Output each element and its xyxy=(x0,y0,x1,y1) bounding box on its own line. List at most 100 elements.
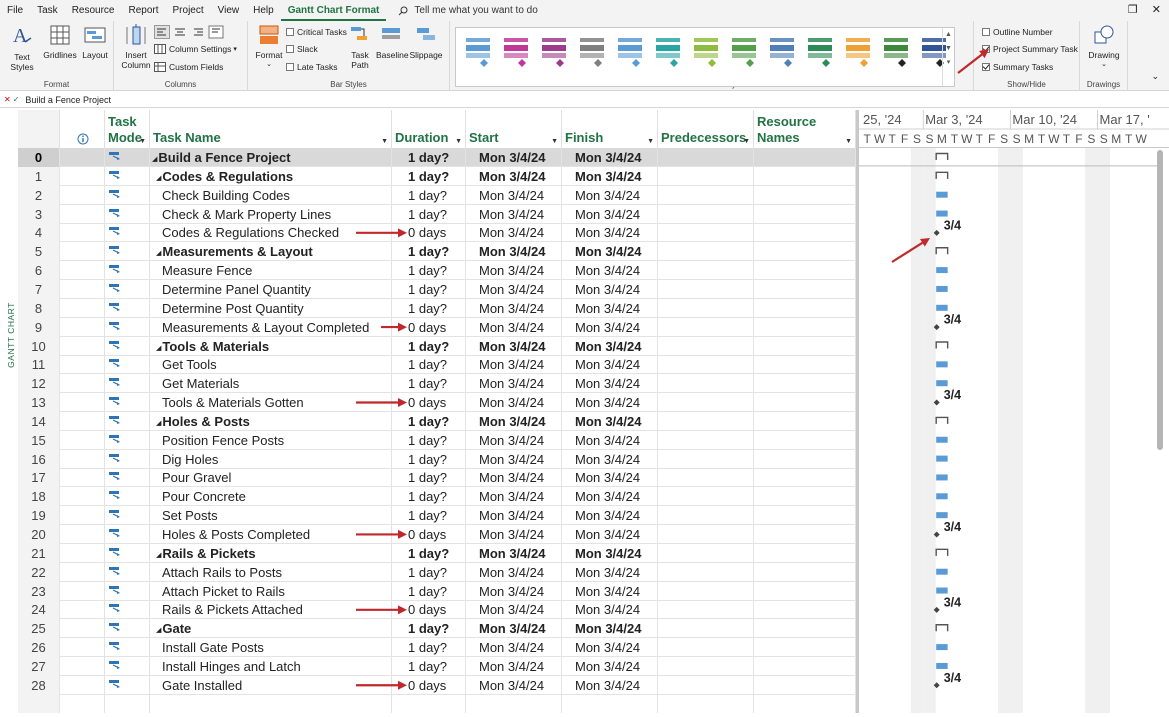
summary-tasks-checkbox[interactable]: Summary Tasks xyxy=(982,62,1053,72)
menu-report[interactable]: Report xyxy=(122,0,166,21)
task-bar[interactable] xyxy=(936,191,948,198)
duration-cell[interactable]: 0 days xyxy=(392,600,466,620)
task-name-cell[interactable]: Attach Picket to Rails xyxy=(150,581,392,601)
row-id[interactable]: 13 xyxy=(18,393,60,413)
layout-button[interactable]: Layout xyxy=(80,24,110,60)
resource-names-cell[interactable] xyxy=(754,317,856,337)
predecessors-cell[interactable] xyxy=(658,675,754,695)
late-tasks-checkbox[interactable]: Late Tasks xyxy=(286,62,337,72)
task-name-cell[interactable]: Get Materials xyxy=(150,374,392,394)
accept-entry-icon[interactable]: ✓ xyxy=(13,95,20,104)
task-row[interactable]: 10 ◢Tools & Materials 1 day? Mon 3/4/24 Mon … xyxy=(18,336,856,356)
duration-cell[interactable]: 1 day? xyxy=(392,619,466,639)
task-name-cell[interactable]: Determine Post Quantity xyxy=(150,298,392,318)
summary-bar[interactable] xyxy=(935,247,949,255)
row-id[interactable]: 1 xyxy=(18,166,60,186)
row-id[interactable]: 27 xyxy=(18,656,60,676)
task-row[interactable]: 27 Install Hinges and Latch 1 day? Mon 3/4/… xyxy=(18,656,856,676)
gridlines-button[interactable]: Gridlines xyxy=(42,24,78,60)
row-id[interactable]: 22 xyxy=(18,562,60,582)
predecessors-cell[interactable] xyxy=(658,506,754,526)
task-bar[interactable] xyxy=(936,361,948,368)
predecessors-cell[interactable] xyxy=(658,393,754,413)
predecessors-cell[interactable] xyxy=(658,430,754,450)
predecessors-cell[interactable] xyxy=(658,374,754,394)
finish-cell[interactable]: Mon 3/4/24 xyxy=(562,242,658,262)
resource-names-cell[interactable] xyxy=(754,562,856,582)
task-name-cell[interactable]: Measurements & Layout Completed xyxy=(150,317,392,337)
duration-cell[interactable]: 1 day? xyxy=(392,581,466,601)
duration-cell[interactable]: 1 day? xyxy=(392,411,466,431)
task-row[interactable]: 28 Gate Installed 0 days Mon 3/4/24 Mon 3/4/… xyxy=(18,675,856,695)
task-mode-cell[interactable] xyxy=(105,600,150,620)
task-mode-cell[interactable] xyxy=(105,581,150,601)
finish-cell[interactable]: Mon 3/4/24 xyxy=(562,543,658,563)
task-mode-cell[interactable] xyxy=(105,242,150,262)
task-row[interactable]: 18 Pour Concrete 1 day? Mon 3/4/24 Mon 3/4/2… xyxy=(18,487,856,507)
task-mode-cell[interactable] xyxy=(105,430,150,450)
task-row[interactable]: 8 Determine Post Quantity 1 day? Mon 3/4/24… xyxy=(18,298,856,318)
task-mode-cell[interactable] xyxy=(105,543,150,563)
menu-file[interactable]: File xyxy=(0,0,30,21)
row-id[interactable]: 14 xyxy=(18,411,60,431)
predecessors-cell[interactable] xyxy=(658,148,754,167)
resource-names-header[interactable]: Resource Names ▼ xyxy=(754,110,856,148)
task-mode-cell[interactable] xyxy=(105,506,150,526)
finish-cell[interactable]: Mon 3/4/24 xyxy=(562,298,658,318)
row-id[interactable]: 20 xyxy=(18,525,60,544)
duration-header[interactable]: Duration ▼ xyxy=(392,110,466,148)
predecessors-cell[interactable] xyxy=(658,449,754,469)
task-row[interactable]: 9 Measurements & Layout Completed 0 days Mo… xyxy=(18,317,856,337)
resource-names-cell[interactable] xyxy=(754,468,856,488)
row-id[interactable]: 11 xyxy=(18,355,60,375)
start-cell[interactable]: Mon 3/4/24 xyxy=(466,393,562,413)
start-cell[interactable]: Mon 3/4/24 xyxy=(466,223,562,243)
row-id[interactable]: 15 xyxy=(18,430,60,450)
task-row[interactable]: 6 Measure Fence 1 day? Mon 3/4/24 Mon 3/4/24 xyxy=(18,261,856,281)
start-cell[interactable]: Mon 3/4/24 xyxy=(466,525,562,544)
align-right-icon[interactable] xyxy=(190,25,206,39)
finish-cell[interactable]: Mon 3/4/24 xyxy=(562,166,658,186)
resource-names-cell[interactable] xyxy=(754,675,856,695)
start-cell[interactable]: Mon 3/4/24 xyxy=(466,166,562,186)
row-id[interactable]: 5 xyxy=(18,242,60,262)
task-name-cell[interactable]: ◢Codes & Regulations xyxy=(150,166,392,186)
task-name-cell[interactable]: Codes & Regulations Checked xyxy=(150,223,392,243)
task-mode-cell[interactable] xyxy=(105,525,150,544)
baseline-button[interactable]: Baseline xyxy=(376,24,409,60)
task-mode-cell[interactable] xyxy=(105,468,150,488)
resource-names-cell[interactable] xyxy=(754,600,856,620)
predecessors-cell[interactable] xyxy=(658,487,754,507)
slack-checkbox[interactable]: Slack xyxy=(286,44,318,54)
start-cell[interactable]: Mon 3/4/24 xyxy=(466,336,562,356)
predecessors-cell[interactable] xyxy=(658,279,754,299)
start-cell[interactable]: Mon 3/4/24 xyxy=(466,374,562,394)
task-row[interactable]: 12 Get Materials 1 day? Mon 3/4/24 Mon 3/4/2… xyxy=(18,374,856,394)
task-bar[interactable] xyxy=(936,304,948,311)
finish-cell[interactable]: Mon 3/4/24 xyxy=(562,374,658,394)
finish-cell[interactable]: Mon 3/4/24 xyxy=(562,506,658,526)
format-bar-button[interactable]: Format ⌄ xyxy=(254,24,284,70)
row-id[interactable]: 3 xyxy=(18,204,60,224)
task-row[interactable]: 22 Attach Rails to Posts 1 day? Mon 3/4/24 M… xyxy=(18,562,856,582)
duration-cell[interactable]: 0 days xyxy=(392,675,466,695)
task-mode-cell[interactable] xyxy=(105,279,150,299)
task-bar[interactable] xyxy=(936,285,948,292)
task-mode-cell[interactable] xyxy=(105,638,150,658)
gantt-style-swatch[interactable] xyxy=(844,36,874,70)
resource-names-cell[interactable] xyxy=(754,430,856,450)
duration-cell[interactable]: 0 days xyxy=(392,317,466,337)
task-row[interactable]: 13 Tools & Materials Gotten 0 days Mon 3/4/… xyxy=(18,393,856,413)
duration-cell[interactable]: 1 day? xyxy=(392,279,466,299)
predecessors-cell[interactable] xyxy=(658,600,754,620)
row-id[interactable]: 18 xyxy=(18,487,60,507)
row-id[interactable]: 0 xyxy=(18,148,60,167)
task-bar[interactable] xyxy=(936,587,948,594)
task-row[interactable]: 15 Position Fence Posts 1 day? Mon 3/4/24 Mo… xyxy=(18,430,856,450)
resource-names-cell[interactable] xyxy=(754,543,856,563)
task-row[interactable]: 11 Get Tools 1 day? Mon 3/4/24 Mon 3/4/24 xyxy=(18,355,856,375)
task-row[interactable]: 26 Install Gate Posts 1 day? Mon 3/4/24 Mon … xyxy=(18,638,856,658)
finish-cell[interactable]: Mon 3/4/24 xyxy=(562,355,658,375)
finish-cell[interactable]: Mon 3/4/24 xyxy=(562,600,658,620)
start-cell[interactable]: Mon 3/4/24 xyxy=(466,279,562,299)
